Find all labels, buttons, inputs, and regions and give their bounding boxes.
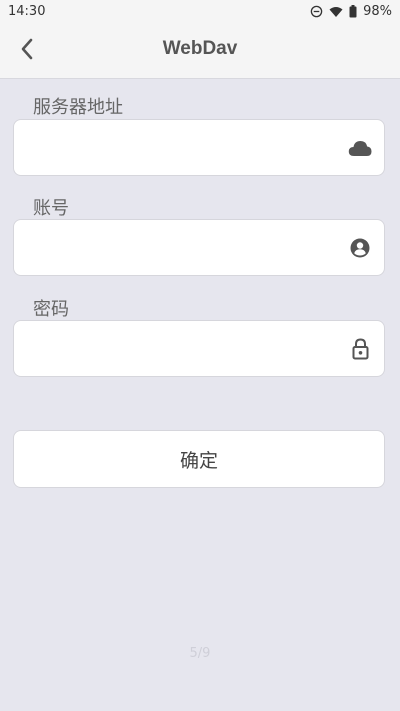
password-label: 密码: [33, 299, 69, 320]
page-indicator: 5/9: [189, 646, 211, 661]
server-address-label: 服务器地址: [33, 97, 123, 118]
battery-icon: [349, 5, 357, 18]
status-bar: 14:30 98%: [0, 0, 400, 24]
lock-icon: [348, 338, 372, 360]
status-time: 14:30: [8, 4, 46, 19]
battery-percent: 98%: [363, 4, 392, 19]
wifi-icon: [329, 6, 343, 18]
password-field: [13, 320, 385, 378]
cloud-icon: [348, 137, 372, 159]
account-circle-icon: [348, 237, 372, 259]
password-input[interactable]: [26, 321, 350, 378]
page-title: WebDav: [162, 38, 238, 59]
app-bar: WebDav: [0, 24, 400, 79]
account-label: 账号: [33, 198, 69, 219]
account-input[interactable]: [26, 220, 350, 277]
account-field: [13, 219, 385, 277]
server-address-input[interactable]: [26, 120, 350, 177]
do-not-disturb-icon: [310, 5, 323, 18]
confirm-button[interactable]: 确定: [13, 430, 385, 488]
server-address-field: [13, 119, 385, 177]
status-icons: 98%: [310, 4, 392, 19]
